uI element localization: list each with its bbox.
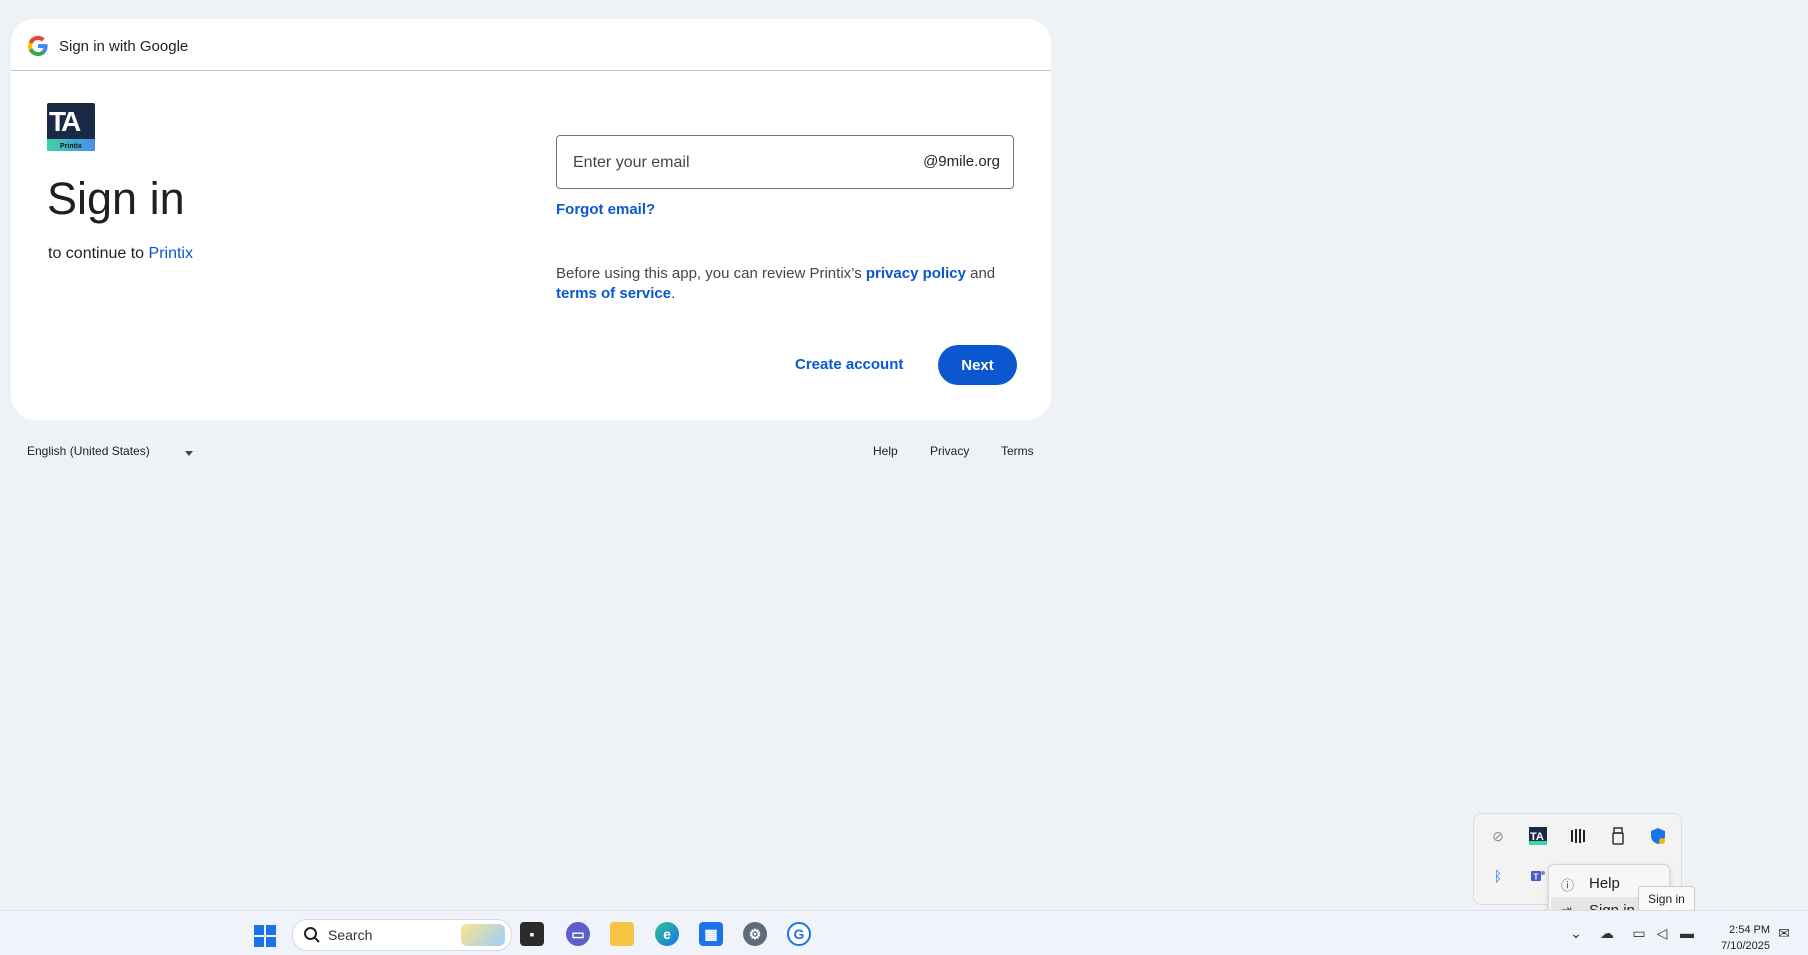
taskbar-search[interactable]: Search [292,919,512,951]
barcode-icon[interactable] [1568,826,1588,846]
chevron-down-icon[interactable] [185,451,193,456]
printix-logo: TA Printix [47,103,95,151]
task-view-icon[interactable]: ▪ [520,922,544,946]
windows-start-icon[interactable] [254,925,276,947]
edge-icon[interactable]: e [655,922,679,946]
svg-text:T: T [1534,873,1539,882]
footer-help-link[interactable]: Help [873,444,898,458]
chat-icon[interactable]: ▭ [566,922,590,946]
file-explorer-icon[interactable] [610,922,634,946]
terms-of-service-link[interactable]: terms of service [556,285,671,302]
card-header: Sign in with Google [11,19,1051,71]
google-logo-icon [27,35,48,57]
language-selector[interactable]: English (United States) [27,444,150,458]
privacy-prefix: Before using this app, you can review Pr… [556,265,866,282]
next-button[interactable]: Next [938,345,1017,385]
onedrive-off-icon[interactable]: ☁ [1598,924,1616,942]
network-icon[interactable]: ▭ [1630,924,1648,942]
bluetooth-icon[interactable]: ᛒ [1488,866,1508,886]
logo-sub: Printix [60,143,82,150]
clock[interactable]: 2:54 PM 7/10/2025 [1700,922,1770,954]
menu-item-label: Help [1589,875,1620,892]
and-text: and [965,265,996,282]
continue-text: to continue to Printix [48,245,193,263]
settings-gear-icon[interactable]: ⚙ [743,922,767,946]
volume-icon[interactable]: ◁ [1653,924,1671,942]
printix-icon[interactable]: TA [1528,826,1548,846]
shield-icon[interactable] [1648,826,1668,846]
usb-icon[interactable] [1608,826,1628,846]
app-name-link[interactable]: Printix [149,245,193,262]
logo-text: TA [49,106,81,137]
search-highlight-icon [461,924,505,946]
tooltip: Sign in [1638,886,1695,912]
link-icon[interactable]: ⊘ [1488,826,1508,846]
create-account-button[interactable]: Create account [783,345,915,385]
forgot-email-link[interactable]: Forgot email? [556,201,655,218]
footer-privacy-link[interactable]: Privacy [930,444,969,458]
email-input[interactable] [571,136,915,190]
chevron-up-icon[interactable]: ⌄ [1567,924,1585,942]
help-icon: ⓘ [1561,878,1575,893]
teams-icon[interactable]: T [1528,866,1548,886]
taskbar: Search ▪ ▭ e ▦ ⚙ G ⌄ ☁ ▭ ◁ ▬ 2:54 PM 7/1… [0,910,1808,955]
period-text: . [671,285,676,302]
continue-prefix: to continue to [48,245,149,262]
email-field[interactable]: @9mile.org [556,135,1014,190]
notification-icon[interactable]: ✉ [1775,924,1793,942]
battery-icon[interactable]: ▬ [1678,924,1696,942]
search-label: Search [328,927,373,943]
domain-suffix: @9mile.org [923,153,1000,170]
time: 2:54 PM [1729,924,1770,936]
signin-card: Sign in with Google TA Printix Sign in t… [11,19,1051,420]
privacy-notice: Before using this app, you can review Pr… [556,264,1026,304]
page-title: Sign in [47,173,185,224]
footer-terms-link[interactable]: Terms [1001,444,1034,458]
header-title: Sign in with Google [59,38,189,55]
google-chrome-app-icon[interactable]: G [787,922,811,946]
privacy-policy-link[interactable]: privacy policy [866,265,966,282]
search-icon [304,927,320,943]
date: 7/10/2025 [1721,940,1770,952]
store-icon[interactable]: ▦ [699,922,723,946]
